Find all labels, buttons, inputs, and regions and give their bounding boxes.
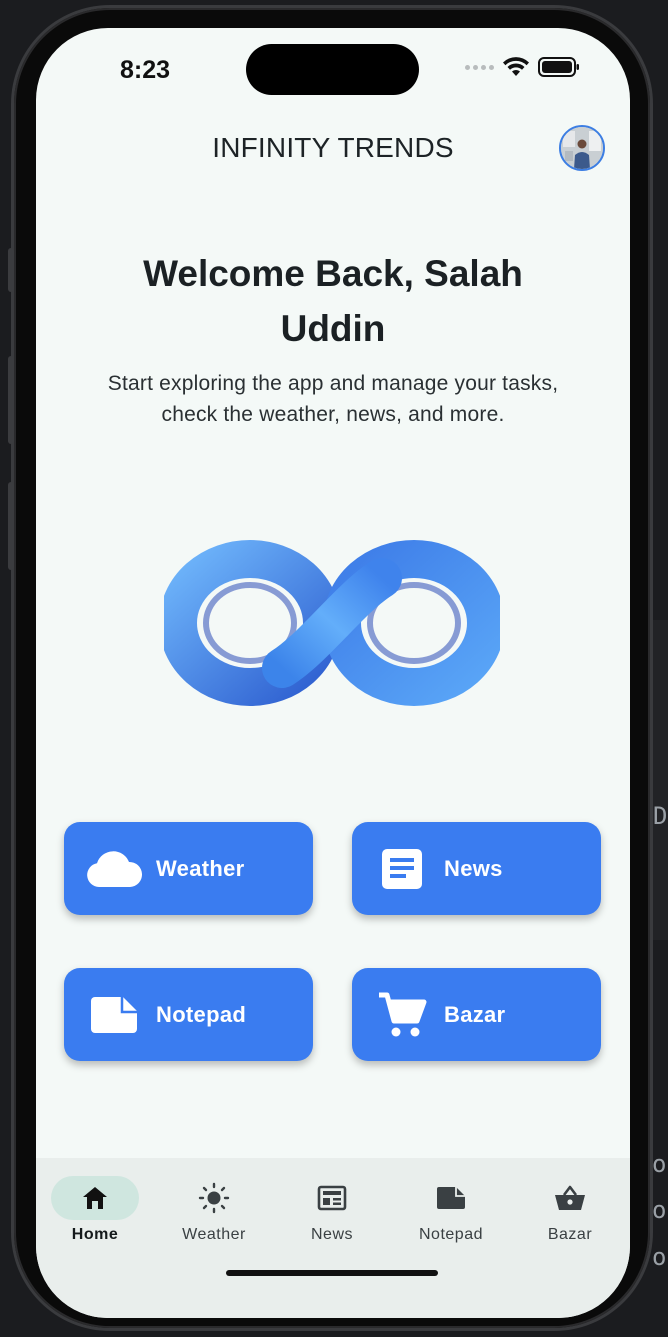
nav-label-weather: Weather bbox=[182, 1226, 246, 1243]
welcome-line-2: Uddin bbox=[280, 308, 386, 349]
cart-icon bbox=[374, 992, 430, 1037]
side-button-volume-up bbox=[8, 356, 14, 444]
notepad-tile-button[interactable]: Notepad bbox=[64, 968, 313, 1061]
nav-bazar-indicator bbox=[526, 1176, 614, 1220]
background-text-o3: o bbox=[652, 1243, 667, 1271]
nav-label-news: News bbox=[310, 1226, 353, 1243]
cloud-icon bbox=[86, 847, 142, 891]
background-panel bbox=[652, 620, 668, 940]
nav-item-weather[interactable]: Weather bbox=[159, 1176, 269, 1244]
nav-notepad-indicator bbox=[407, 1176, 495, 1220]
newspaper-icon bbox=[317, 1185, 347, 1211]
bazar-tile-label: Bazar bbox=[444, 1001, 506, 1027]
nav-home-indicator bbox=[51, 1176, 139, 1220]
notepad-tile-label: Notepad bbox=[156, 1001, 247, 1027]
news-tile-button[interactable]: News bbox=[352, 822, 601, 915]
note-icon bbox=[437, 1187, 465, 1209]
bazar-tile-button[interactable]: Bazar bbox=[352, 968, 601, 1061]
status-icons bbox=[465, 56, 580, 78]
subtitle-line-2: check the weather, news, and more. bbox=[161, 403, 505, 426]
nav-news-indicator bbox=[288, 1176, 376, 1220]
nav-label-notepad: Notepad bbox=[419, 1226, 483, 1243]
status-time: 8:23 bbox=[120, 56, 171, 84]
home-indicator[interactable] bbox=[226, 1270, 438, 1276]
infinity-logo bbox=[164, 540, 500, 706]
cellular-signal-icon bbox=[465, 64, 494, 70]
app-screen: 8:23 INFINITY TRENDS Welcome Back, Salah… bbox=[36, 28, 630, 1318]
side-button-action bbox=[8, 248, 14, 292]
note-icon bbox=[86, 993, 142, 1037]
nav-item-notepad[interactable]: Notepad bbox=[396, 1176, 506, 1244]
nav-label-bazar: Bazar bbox=[547, 1226, 593, 1243]
background-text-o1: o bbox=[652, 1150, 667, 1178]
sun-icon bbox=[198, 1182, 230, 1214]
nav-item-home[interactable]: Home bbox=[40, 1176, 150, 1244]
nav-item-news[interactable]: News bbox=[277, 1176, 387, 1244]
bottom-navigation-bar: Home Weather News Notepad Bazar bbox=[36, 1158, 630, 1318]
welcome-subtitle: Start exploring the app and manage your … bbox=[66, 368, 600, 430]
nav-item-bazar[interactable]: Bazar bbox=[515, 1176, 625, 1244]
wifi-icon bbox=[503, 57, 529, 76]
welcome-line-1: Welcome Back, Salah bbox=[143, 253, 523, 294]
basket-icon bbox=[555, 1185, 585, 1210]
article-icon bbox=[374, 847, 430, 891]
weather-tile-button[interactable]: Weather bbox=[64, 822, 313, 915]
background-text-o2: o bbox=[652, 1196, 667, 1224]
avatar-photo bbox=[561, 127, 603, 169]
side-button-volume-down bbox=[8, 482, 14, 570]
news-tile-label: News bbox=[444, 855, 503, 881]
weather-tile-label: Weather bbox=[156, 855, 245, 881]
dynamic-island bbox=[246, 44, 419, 95]
profile-avatar[interactable] bbox=[559, 125, 605, 171]
welcome-heading: Welcome Back, Salah Uddin bbox=[76, 246, 590, 356]
background-text-d: D bbox=[653, 802, 668, 830]
battery-icon bbox=[538, 57, 579, 77]
home-icon bbox=[83, 1187, 107, 1209]
nav-label-home: Home bbox=[71, 1226, 119, 1243]
nav-weather-indicator bbox=[170, 1176, 258, 1220]
subtitle-line-1: Start exploring the app and manage your … bbox=[107, 372, 559, 395]
app-title: INFINITY TRENDS bbox=[212, 132, 454, 163]
